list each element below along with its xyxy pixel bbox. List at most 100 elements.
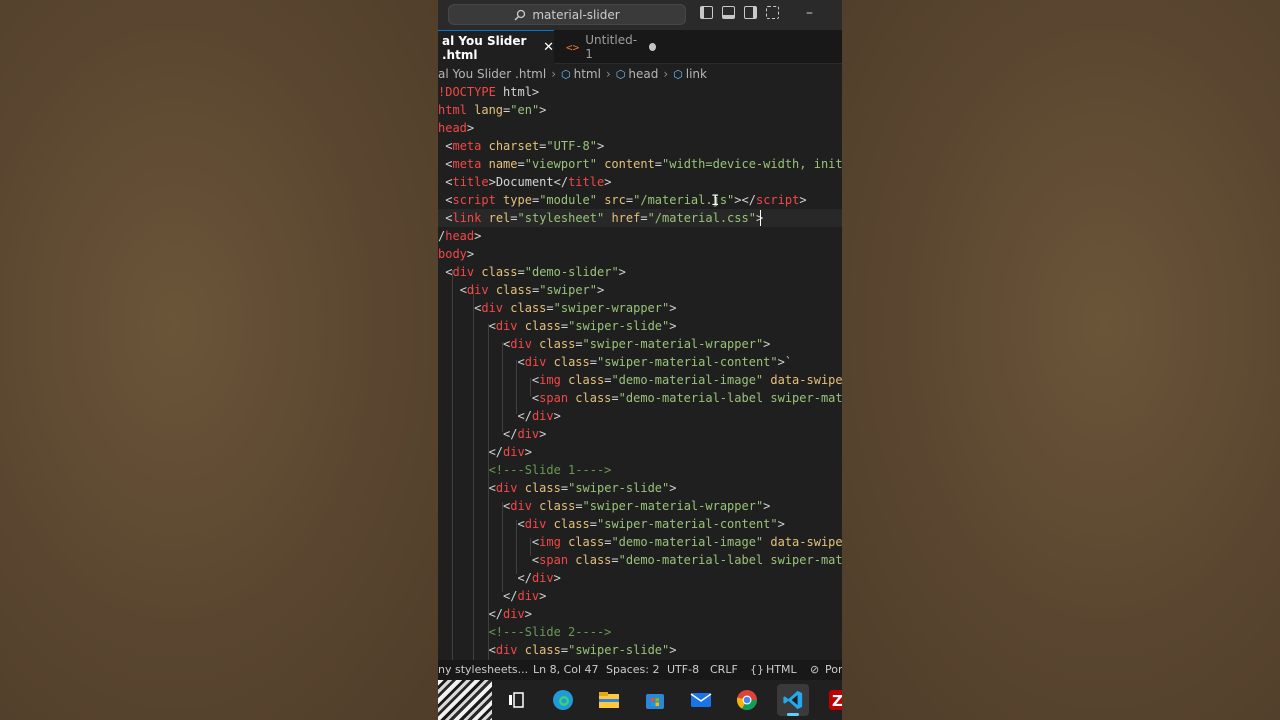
status-language[interactable]: HTML (766, 663, 797, 676)
minimize-button[interactable]: – (806, 5, 813, 21)
code-token: = (654, 157, 663, 171)
edge-icon[interactable] (547, 684, 579, 716)
unsaved-dot-icon[interactable] (648, 43, 656, 51)
customize-layout-icon[interactable] (766, 6, 779, 19)
breadcrumb-html[interactable]: html (574, 67, 601, 81)
code-line[interactable]: <div class="swiper"> (438, 281, 605, 299)
background-left (0, 0, 438, 720)
status-eol[interactable]: CRLF (710, 663, 738, 676)
code-line[interactable]: <!---Slide 2----> (438, 623, 612, 641)
code-line[interactable]: html lang="en"> (438, 101, 546, 119)
filezilla-icon[interactable]: Z (823, 684, 842, 716)
code-line[interactable]: !DOCTYPE html> (438, 83, 539, 101)
task-view-icon[interactable] (500, 684, 532, 716)
breadcrumb-link[interactable]: link (686, 67, 707, 81)
symbol-element-icon: ⬡ (673, 67, 683, 81)
code-line[interactable]: <script type="module" src="/material.js"… (438, 191, 806, 209)
code-line[interactable]: <span class="demo-material-label swiper-… (438, 551, 842, 569)
vscode-icon[interactable] (777, 684, 809, 716)
code-line[interactable]: <meta charset="UTF-8"> (438, 137, 604, 155)
code-line[interactable]: <title>Document</title> (438, 173, 611, 191)
toggle-primary-sidebar-icon[interactable] (700, 6, 713, 19)
microsoft-store-icon[interactable] (639, 684, 671, 716)
code-line[interactable]: </div> (438, 587, 546, 605)
mail-icon[interactable] (685, 684, 717, 716)
file-explorer-icon[interactable] (593, 684, 625, 716)
code-line[interactable]: </div> (438, 569, 560, 587)
code-token: href (604, 211, 641, 225)
code-editor[interactable]: <div class="swiper-slide"> <!---Slide 2-… (438, 83, 842, 660)
code-line[interactable]: <img class="demo-material-image" data-sw… (438, 371, 842, 389)
code-token: = (611, 553, 619, 567)
zebra-thumbnail-icon[interactable] (438, 680, 492, 720)
code-token: div (531, 409, 554, 423)
code-token: script (452, 193, 496, 207)
code-token: src (596, 193, 626, 207)
toggle-panel-icon[interactable] (722, 6, 735, 19)
code-line[interactable]: </div> (438, 425, 546, 443)
tab-untitled[interactable]: <> Untitled-1 (556, 30, 656, 64)
code-token: <!---Slide 2----> (488, 625, 612, 639)
no-port-icon: ⊘ (810, 663, 820, 676)
code-token: class (560, 535, 605, 549)
tab-active-file[interactable]: al You Slider .html ✕ (438, 30, 554, 64)
code-token: class (531, 499, 576, 513)
code-line[interactable]: <meta name="viewport" content="width=dev… (438, 155, 842, 173)
code-token: > (669, 481, 677, 495)
code-token: = (510, 211, 518, 225)
close-icon[interactable]: ✕ (543, 40, 554, 55)
breadcrumb-head[interactable]: head (628, 67, 658, 81)
breadcrumb-file[interactable]: al You Slider .html (438, 67, 546, 81)
code-token: = (589, 355, 597, 369)
code-token: div (503, 445, 525, 459)
status-port[interactable]: Por (825, 663, 842, 676)
status-encoding[interactable]: UTF-8 (667, 663, 699, 676)
code-line[interactable]: <!---Slide 1----> (438, 461, 612, 479)
code-line[interactable]: <div class="swiper-material-content"> (438, 515, 784, 533)
breadcrumb: al You Slider .html › ⬡ html › ⬡ head › … (438, 64, 842, 84)
code-token: head (438, 121, 467, 135)
indent-guide (473, 288, 474, 660)
status-indentation[interactable]: Spaces: 2 (606, 663, 659, 676)
background-right (842, 0, 1280, 720)
toggle-secondary-sidebar-icon[interactable] (744, 6, 757, 19)
code-token: > (669, 301, 677, 315)
code-token: </ (553, 175, 569, 189)
status-task[interactable]: ny stylesheets... (438, 663, 528, 676)
tab-label: al You Slider .html (442, 33, 527, 62)
code-token: "swiper" (539, 283, 597, 297)
code-token: class (517, 481, 561, 495)
command-center[interactable]: material-slider (448, 4, 686, 25)
indent-guide (530, 378, 531, 396)
indent-guide (502, 502, 503, 592)
code-token: div (495, 319, 518, 333)
code-line[interactable]: <span class="demo-material-label swiper-… (438, 389, 842, 407)
code-line[interactable]: <div class="demo-slider"> (438, 263, 626, 281)
indent-guide (452, 270, 453, 660)
code-token: </ (503, 427, 518, 441)
code-token: </ (488, 607, 504, 621)
code-line[interactable]: <link rel="stylesheet" href="/material.c… (438, 209, 842, 227)
code-token: Document (495, 175, 554, 189)
chrome-icon[interactable] (731, 684, 763, 716)
code-line[interactable]: /head> (438, 227, 481, 245)
code-line[interactable]: <img class="demo-material-image" data-sw… (438, 533, 842, 551)
code-token: "swiper-wrapper" (553, 301, 670, 315)
code-line[interactable]: body> (438, 245, 474, 263)
code-token: = (546, 301, 554, 315)
code-token: = (611, 391, 619, 405)
code-token: </ (517, 409, 532, 423)
status-cursor-position[interactable]: Ln 8, Col 47 (533, 663, 599, 676)
code-line[interactable]: <div class="swiper-material-content">` (438, 353, 792, 371)
code-line[interactable]: </div> (438, 407, 560, 425)
code-token: </ (488, 445, 504, 459)
code-line[interactable]: head> (438, 119, 474, 137)
code-token: > (524, 607, 532, 621)
